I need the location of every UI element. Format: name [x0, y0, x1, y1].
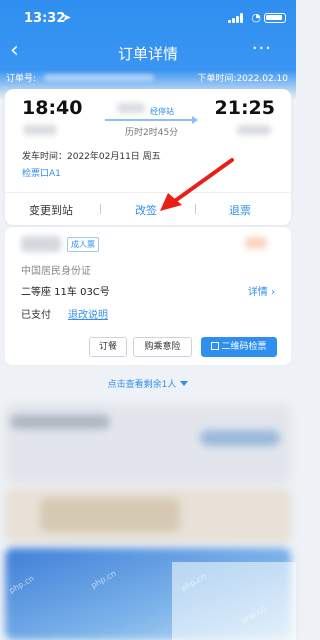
order-number-label: 订单号:	[6, 74, 37, 84]
reschedule-button[interactable]: 改签	[135, 202, 157, 218]
qr-checkin-label: 二维码检票	[221, 342, 267, 352]
show-more-passengers[interactable]: 点击查看剩余1人	[0, 377, 296, 390]
duration: 历时2时45分	[125, 128, 179, 138]
more-dots-icon[interactable]: ···	[252, 38, 272, 59]
refund-policy-link[interactable]: 退改说明	[68, 306, 108, 321]
seat-info: 二等座 11车 03C号	[21, 287, 110, 298]
trip-card: 18:40 21:25 经停站 历时2时45分 发车时间：2022年02月11日…	[5, 89, 291, 225]
chevron-down-icon	[180, 381, 189, 386]
via-stations-link[interactable]: 经停站	[150, 106, 174, 117]
depart-time: 18:40	[22, 97, 83, 119]
route-arrow	[105, 116, 198, 124]
detail-link[interactable]: 详情 ›	[248, 283, 275, 298]
divider	[5, 192, 291, 193]
ticket-type-badge: 成人票	[67, 237, 99, 252]
signal-icon	[228, 13, 244, 23]
overlay-panel	[172, 562, 296, 640]
nav-bar: ‹ 订单详情 ···	[0, 38, 296, 68]
train-number-redacted	[117, 103, 145, 113]
ticket-price-redacted	[245, 237, 267, 249]
status-bar: 13:32 ➤ ◔	[0, 0, 296, 36]
depart-date: 发车时间：2022年02月11日 周五	[22, 152, 161, 162]
qr-code-icon	[211, 342, 220, 350]
buy-insurance-button[interactable]: 购乘意险	[133, 337, 192, 357]
depart-station-redacted	[23, 125, 57, 135]
show-more-label: 点击查看剩余1人	[107, 380, 177, 390]
change-destination-button[interactable]: 变更到站	[29, 202, 73, 218]
arrive-time: 21:25	[214, 97, 275, 119]
pay-status: 已支付	[21, 310, 51, 321]
status-time: 13:32	[24, 11, 66, 26]
qr-checkin-button[interactable]: 二维码检票	[201, 337, 277, 357]
battery-icon	[264, 13, 286, 23]
order-meal-button[interactable]: 订餐	[89, 337, 127, 357]
order-time: 下单时间:2022.02.10	[197, 74, 288, 84]
passenger-card: 成人票 中国居民身份证 二等座 11车 03C号 详情 › 已支付 退改说明 订…	[5, 227, 291, 365]
highlight-arrow-icon	[160, 158, 234, 211]
id-type: 中国居民身份证	[21, 266, 91, 277]
arrive-station-redacted	[237, 125, 271, 135]
action-separator	[100, 204, 101, 214]
blurred-text	[10, 415, 110, 429]
order-info-row: 订单号: 下单时间:2022.02.10	[0, 71, 296, 85]
ticket-gate: 检票口A1	[22, 169, 61, 179]
wifi-icon: ◔	[251, 11, 261, 24]
order-number-redacted	[44, 74, 154, 81]
blurred-text	[200, 430, 280, 446]
passenger-name-redacted	[21, 236, 61, 252]
location-arrow-icon: ➤	[62, 11, 72, 24]
blurred-ad-content	[40, 498, 180, 532]
